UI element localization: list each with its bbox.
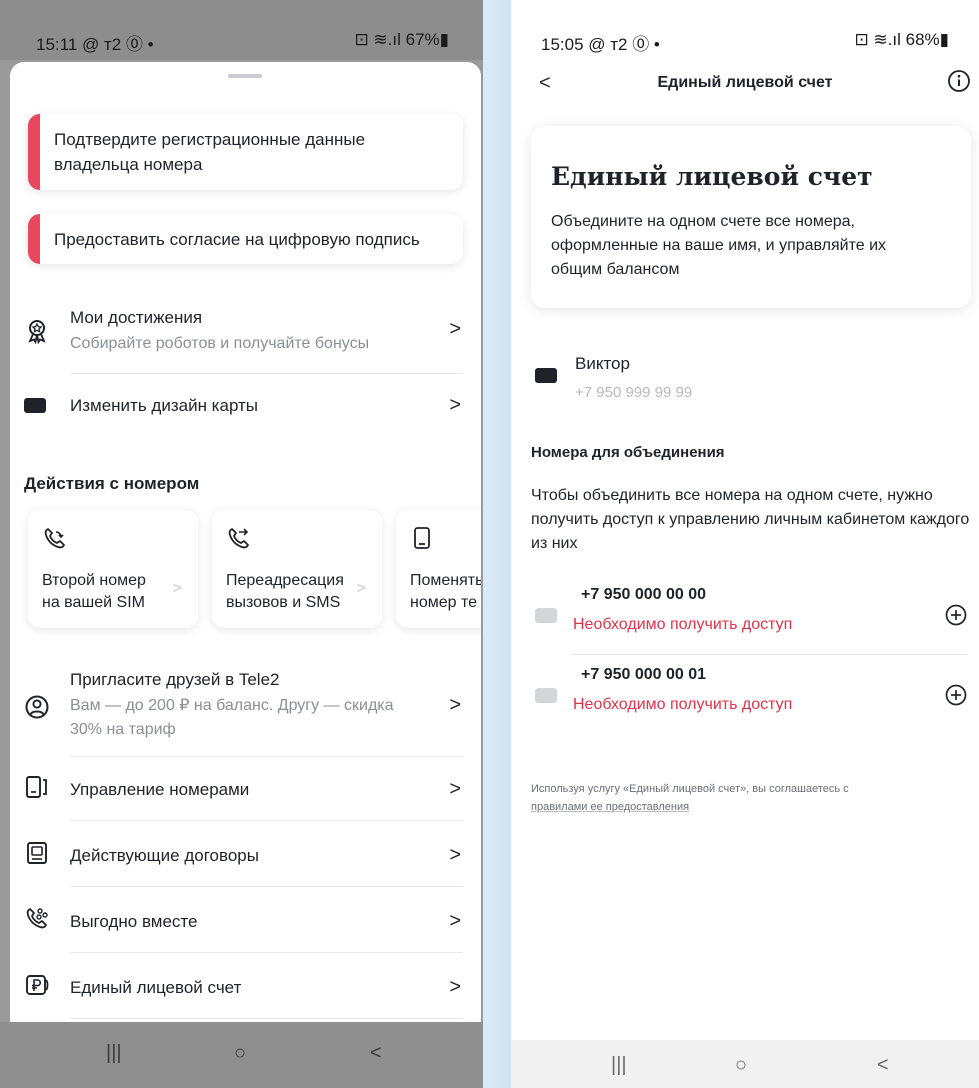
menu-item-subtitle: Собирайте роботов и получайте бонусы [70,335,370,352]
together-icon [26,908,48,929]
card-icon [535,608,557,623]
status-time: 15:11 @ т2 ⓪ • [36,35,154,54]
smartphone-icon [414,527,430,549]
menu-item-subtitle: Вам — до 200 ₽ на баланс. Другу — скидка… [70,697,394,738]
card-icon [24,398,46,413]
hero-title: Единый лицевой счет [551,162,873,191]
phone-forward-icon [228,528,249,549]
numbers-icon [26,776,47,798]
action-card-call-forwarding[interactable]: Переадресация вызовов и SMS > [212,510,382,628]
alert-text: Подтвердите регистрационные данные владе… [54,130,366,174]
footnote-text: Используя услугу «Единый лицевой счет», … [531,783,849,795]
alert-accent-bar [28,114,40,190]
divider [70,952,463,953]
action-card-second-number[interactable]: Второй номер на вашей SIM > [28,510,198,628]
system-navigation-bar: ||| ○ < [511,1040,979,1088]
status-indicators: ⊡ ≋.ıl 67%▮ [354,30,449,49]
chevron-right-icon: > [449,976,461,998]
hero-card: Единый лицевой счет Объедините на одном … [531,126,971,308]
section-title-actions: Действия с номером [24,474,200,493]
info-icon[interactable] [947,69,971,93]
menu-item-achievements[interactable]: Мои достижения Собирайте роботов и получ… [24,302,467,366]
terms-link[interactable]: правилами ее предоставления [531,801,689,813]
status-time: 15:05 @ т2 ⓪ • [541,35,660,54]
alert-confirm-registration[interactable]: Подтвердите регистрационные данные владе… [28,114,463,190]
divider [70,1018,463,1019]
action-card-label: Переадресация вызовов и SMS [226,572,344,611]
menu-item-numbers-management[interactable]: Управление номерами > [24,768,467,808]
chevron-right-icon: > [356,580,366,597]
status-bar: 15:11 @ т2 ⓪ • ⊡ ≋.ıl 67%▮ [0,0,483,60]
menu-item-title: Действующие договоры [70,846,259,865]
user-circle-icon [25,695,49,719]
divider [70,820,463,821]
phone-swap-icon [44,528,65,549]
card-icon [535,688,557,703]
recents-button[interactable]: ||| [106,1042,122,1065]
menu-item-title: Выгодно вместе [70,912,198,931]
action-card-change-number[interactable]: Поменять номер те [396,510,481,628]
number-row[interactable]: +7 950 000 00 00 Необходимо получить дос… [535,586,967,646]
page-title: Единый лицевой счет [657,74,833,91]
chevron-right-icon: > [449,318,461,340]
menu-item-invite-friends[interactable]: Пригласите друзей в Tele2 Вам — до 200 ₽… [24,662,467,752]
home-button[interactable]: ○ [234,1042,246,1065]
access-status: Необходимо получить доступ [573,696,793,713]
number-row[interactable]: +7 950 000 00 01 Необходимо получить дос… [535,666,967,726]
divider [70,886,463,887]
menu-item-contracts[interactable]: Действующие договоры > [24,834,467,874]
access-status: Необходимо получить доступ [573,616,793,633]
alert-accent-bar [28,214,40,264]
section-title-merge: Номера для объединения [531,444,725,461]
chevron-right-icon: > [449,910,461,932]
chevron-right-icon: > [449,394,461,416]
owner-name: Виктор [575,354,630,373]
right-phone-screen: 15:05 @ т2 ⓪ • ⊡ ≋.ıl 68%▮ < Единый лице… [511,0,979,1088]
chevron-right-icon: > [172,580,182,597]
menu-item-together[interactable]: Выгодно вместе > [24,900,467,940]
menu-item-title: Пригласите друзей в Tele2 [70,670,280,689]
recents-button[interactable]: ||| [611,1054,627,1077]
hero-description: Объедините на одном счете все номера, оф… [551,213,887,278]
add-circle-icon[interactable] [945,684,967,706]
divider [571,654,967,655]
menu-item-single-account[interactable]: Единый лицевой счет > [24,966,467,1006]
owner-account: Виктор +7 950 999 99 99 [535,352,955,408]
sheet-drag-handle[interactable] [228,74,262,78]
top-app-bar: < Единый лицевой счет [511,66,979,106]
add-circle-icon[interactable] [945,604,967,626]
phone-number: +7 950 000 00 00 [581,586,707,603]
menu-item-card-design[interactable]: Изменить дизайн карты > [24,386,467,426]
chevron-right-icon: > [449,694,461,716]
bottom-sheet: Подтвердите регистрационные данные владе… [10,62,481,1022]
owner-phone: +7 950 999 99 99 [575,384,693,401]
medal-icon [28,320,46,344]
status-indicators: ⊡ ≋.ıl 68%▮ [854,30,949,49]
alert-digital-signature[interactable]: Предоставить согласие на цифровую подпис… [28,214,463,264]
back-button[interactable]: < [877,1054,889,1077]
divider [70,756,463,757]
menu-item-title: Изменить дизайн карты [70,396,259,415]
alert-text: Предоставить согласие на цифровую подпис… [54,230,420,249]
action-card-label: Второй номер на вашей SIM [42,572,146,611]
card-icon [535,368,557,383]
system-navigation-bar: ||| ○ < [0,1022,483,1088]
chevron-right-icon: > [449,844,461,866]
chevron-right-icon: > [449,778,461,800]
left-phone-screen: 15:11 @ т2 ⓪ • ⊡ ≋.ıl 67%▮ Подтвердите р… [0,0,483,1088]
back-button[interactable]: < [370,1042,382,1065]
action-card-label: Поменять номер те [410,572,481,611]
section-description: Чтобы объединить все номера на одном сче… [531,487,970,552]
menu-item-title: Мои достижения [70,308,203,327]
terms-footnote: Используя услугу «Единый лицевой счет», … [531,780,951,816]
menu-item-title: Управление номерами [70,780,250,799]
phone-number: +7 950 000 00 01 [581,666,707,683]
status-bar: 15:05 @ т2 ⓪ • ⊡ ≋.ıl 68%▮ [511,0,979,60]
menu-item-title: Единый лицевой счет [70,978,242,997]
ruble-account-icon [26,975,49,995]
screen-divider [483,0,511,1088]
home-button[interactable]: ○ [735,1054,747,1077]
divider [70,373,463,374]
contracts-icon [27,842,47,864]
